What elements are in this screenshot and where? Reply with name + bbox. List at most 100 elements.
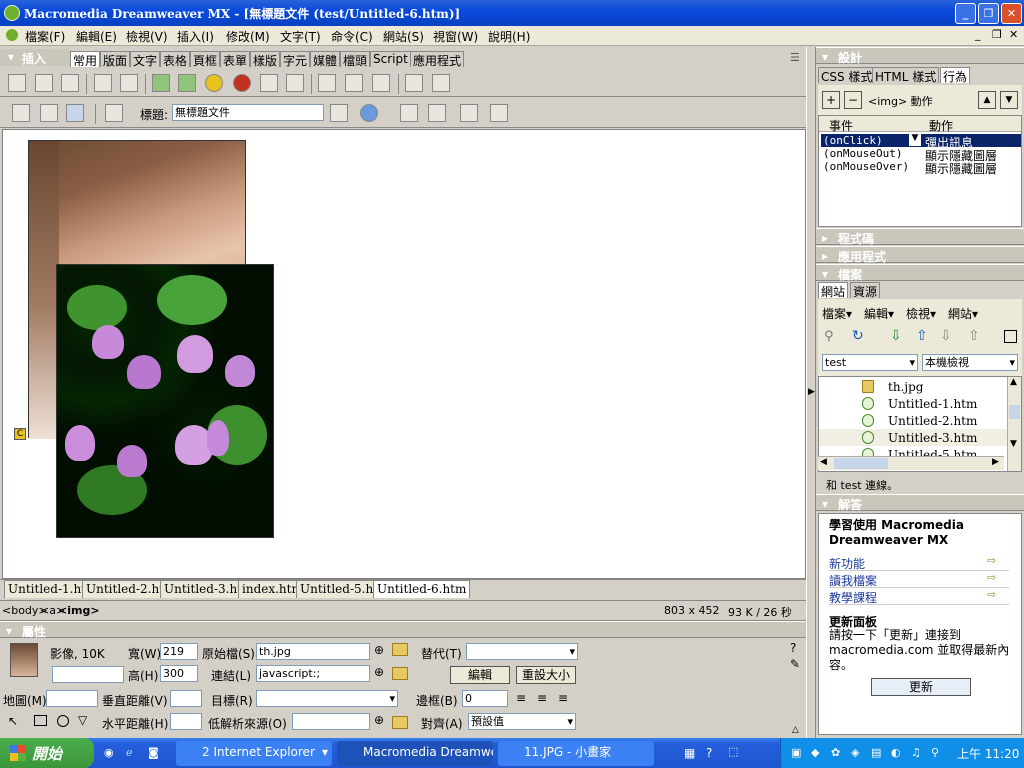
collapse-arrow-icon[interactable]: ▶ [808, 387, 815, 397]
menu-edit[interactable]: 編輯(E) [76, 28, 117, 45]
panel-options-icon[interactable]: ☰ [790, 51, 800, 64]
email-link-icon[interactable] [35, 74, 53, 92]
move-up-icon[interactable]: ▲ [978, 91, 996, 109]
tab-forms[interactable]: 表單 [220, 51, 251, 68]
tray-icon[interactable]: ▤ [871, 746, 881, 759]
file-tree-hscrollbar[interactable]: ◀ ▶ [818, 456, 1004, 470]
behavior-row-selected[interactable]: (onClick) ▼ 彈出訊息 [821, 133, 1021, 150]
taskbar-item-ie[interactable]: 2 Internet Explorer ▾ [176, 741, 332, 766]
go-arrow-icon[interactable]: ⇨ [987, 588, 996, 601]
answers-panel-header[interactable]: ▾ 解答 [816, 494, 1024, 512]
oval-hotspot-icon[interactable] [57, 715, 69, 727]
get-files-icon[interactable]: ⇩ [890, 328, 902, 344]
move-down-icon[interactable]: ▼ [1000, 91, 1018, 109]
navigation-bar-icon[interactable] [286, 74, 304, 92]
expand-properties-icon[interactable]: △ [792, 725, 799, 735]
behavior-row[interactable]: (onMouseOver) 顯示隱藏圖層 [821, 160, 1021, 176]
menu-insert[interactable]: 插入(I) [177, 28, 214, 45]
src-input[interactable]: th.jpg [256, 643, 370, 660]
remove-behavior-icon[interactable]: − [844, 91, 862, 109]
go-arrow-icon[interactable]: ⇨ [987, 571, 996, 584]
check-in-icon[interactable]: ⇧ [968, 328, 980, 344]
menu-commands[interactable]: 命令(C) [331, 28, 373, 45]
tab-css-styles[interactable]: CSS 樣式 [818, 67, 876, 84]
reset-size-button[interactable]: 重設大小 [516, 666, 576, 684]
image-icon[interactable] [152, 74, 170, 92]
tray-icon[interactable]: ◐ [891, 746, 901, 759]
doc-close-icon[interactable]: ✕ [1009, 28, 1018, 41]
ie-quicklaunch-icon[interactable]: ℯ [126, 746, 133, 759]
tag-img[interactable]: <img> [58, 604, 100, 617]
doc-restore-icon[interactable]: ❐ [992, 28, 1002, 41]
file-tree-scrollbar[interactable]: ▲ ▼ [1007, 377, 1021, 471]
image-name-input[interactable] [52, 666, 124, 683]
template-icon[interactable] [432, 74, 450, 92]
tab-templates[interactable]: 樣版 [250, 51, 281, 68]
refresh-icon[interactable] [400, 104, 418, 122]
point-to-file-icon[interactable]: ⊕ [374, 643, 384, 657]
target-select[interactable]: ▾ [256, 690, 398, 707]
app-panel-header[interactable]: ▸ 應用程式 [816, 246, 1024, 264]
pointer-hotspot-icon[interactable]: ↖ [8, 714, 18, 728]
files-menu-edit[interactable]: 編輯▾ [864, 305, 894, 322]
code-panel-header[interactable]: ▸ 程式碼 [816, 228, 1024, 246]
hscroll-thumb[interactable] [834, 458, 888, 469]
folder-icon[interactable] [392, 643, 408, 656]
quick-tag-editor-icon[interactable]: ✎ [790, 657, 800, 671]
preview-browser-icon[interactable] [360, 104, 378, 122]
tab-layout[interactable]: 版面 [100, 51, 131, 68]
script-marker-icon[interactable]: C [14, 428, 26, 440]
menu-help[interactable]: 說明(H) [488, 28, 530, 45]
view-select[interactable]: 本機檢視 ▾ [922, 354, 1018, 371]
waterlily-image[interactable] [56, 264, 274, 538]
flash-icon[interactable] [233, 74, 251, 92]
tab-behaviors[interactable]: 行為 [940, 67, 971, 84]
tab-application[interactable]: 應用程式 [410, 51, 465, 68]
tab-media[interactable]: 媒體 [310, 51, 341, 68]
keyboard-icon[interactable]: ▦ [684, 746, 695, 760]
align-center-icon[interactable]: ≡ [537, 691, 547, 705]
files-menu-site[interactable]: 網站▾ [948, 305, 978, 322]
maximize-button[interactable]: ❐ [978, 3, 999, 24]
taskbar-item-dreamweaver[interactable]: Macromedia Dreamwe... [337, 741, 493, 766]
scroll-thumb[interactable] [1009, 405, 1020, 419]
ime-icon[interactable]: ⬚ [728, 745, 738, 758]
properties-header[interactable]: ▾ 屬性 [0, 621, 806, 639]
expand-site-icon[interactable] [1004, 330, 1017, 343]
menu-text[interactable]: 文字(T) [280, 28, 321, 45]
menu-file[interactable]: 檔案(F) [25, 28, 65, 45]
tray-icon[interactable]: ◆ [811, 746, 819, 759]
help-tray-icon[interactable]: ? [706, 746, 712, 760]
polygon-hotspot-icon[interactable]: ▽ [78, 713, 87, 727]
minimize-button[interactable]: _ [955, 3, 976, 24]
update-button[interactable]: 更新 [871, 678, 971, 696]
scroll-up-icon[interactable]: ▲ [1010, 377, 1017, 387]
comment-icon[interactable] [405, 74, 423, 92]
tab-site[interactable]: 網站 [818, 282, 849, 299]
point-to-file-icon[interactable]: ⊕ [374, 713, 384, 727]
tray-icon[interactable]: ♫ [911, 746, 921, 759]
align-right-icon[interactable]: ≡ [558, 691, 568, 705]
align-left-icon[interactable]: ≡ [516, 691, 526, 705]
align-select[interactable]: 預設值 ▾ [468, 713, 576, 730]
vspace-input[interactable] [170, 690, 202, 707]
files-menu-view[interactable]: 檢視▾ [906, 305, 936, 322]
file-item[interactable]: Untitled-3.htm [888, 431, 977, 445]
width-input[interactable]: 219 [160, 643, 198, 660]
horizontal-rule-icon[interactable] [318, 74, 336, 92]
edit-button[interactable]: 編輯 [450, 666, 510, 684]
layer-icon[interactable] [120, 74, 138, 92]
check-out-icon[interactable]: ⇩ [940, 328, 952, 344]
folder-icon[interactable] [392, 716, 408, 729]
tab-assets[interactable]: 資源 [850, 282, 881, 299]
files-menu-file[interactable]: 檔案▾ [822, 305, 852, 322]
tab-head[interactable]: 檔頭 [340, 51, 371, 68]
menu-window[interactable]: 視窗(W) [433, 28, 478, 45]
tab-html-styles[interactable]: HTML 樣式 [872, 67, 940, 84]
rect-hotspot-icon[interactable] [34, 715, 47, 726]
go-arrow-icon[interactable]: ⇨ [987, 554, 996, 567]
design-view-icon[interactable] [66, 104, 84, 122]
panel-splitter[interactable]: ▶ [806, 47, 816, 739]
insert-panel-header[interactable]: ▾ 插入 [0, 49, 70, 66]
tab-script[interactable]: Script [370, 51, 411, 67]
